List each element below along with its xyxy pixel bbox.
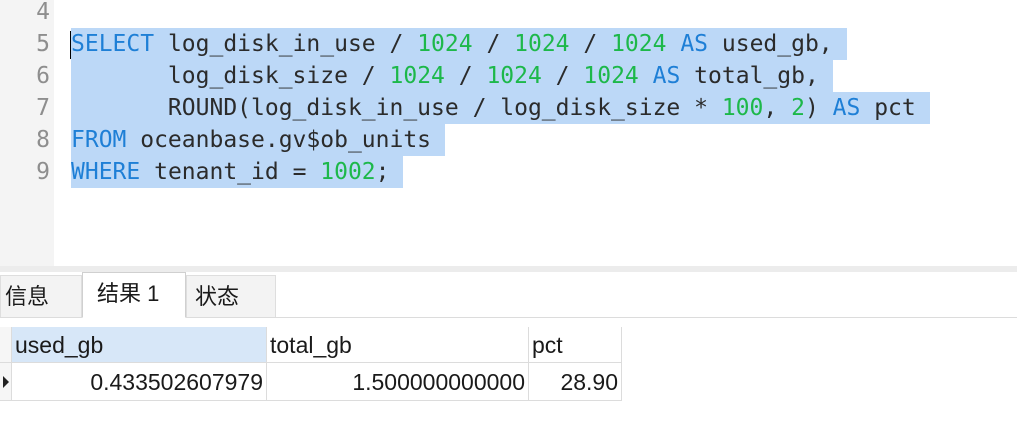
sql-number: 1024: [417, 31, 473, 57]
code-text: ROUND(log_disk_in_use / log_disk_size * …: [71, 92, 930, 124]
sql-text: /: [444, 63, 487, 89]
code-text: SELECT log_disk_in_use / 1024 / 1024 / 1…: [71, 28, 847, 60]
cell-used-gb[interactable]: 0.433502607979: [12, 363, 267, 401]
sql-number: 1024: [611, 31, 667, 57]
sql-text: used_gb,: [708, 31, 847, 57]
sql-text: log_disk_in_use /: [154, 31, 418, 57]
row-header[interactable]: [0, 363, 12, 401]
code-line[interactable]: 5 SELECT log_disk_in_use / 1024 / 1024 / …: [0, 28, 1017, 60]
code-line[interactable]: 8 FROM oceanbase.gv$ob_units: [0, 124, 1017, 156]
column-header-total-gb[interactable]: total_gb: [267, 327, 529, 363]
sql-keyword: AS: [832, 95, 861, 121]
sql-text: pct: [860, 95, 930, 121]
sql-number: 1024: [583, 63, 639, 89]
text-cursor: [70, 31, 71, 59]
cell-total-gb[interactable]: 1.500000000000: [267, 363, 529, 401]
sql-text: tenant_id =: [140, 159, 321, 185]
sql-text: log_disk_size /: [71, 63, 390, 89]
line-number: 6: [36, 63, 50, 89]
line-number: 4: [36, 0, 50, 25]
sql-number: 100: [721, 95, 764, 121]
sql-text: oceanbase.gv$ob_units: [126, 127, 445, 153]
sql-text: total_gb,: [680, 63, 833, 89]
sql-editor[interactable]: 4 5 SELECT log_disk_in_use / 1024 / 1024 /…: [0, 0, 1017, 266]
sql-text: ROUND(log_disk_in_use / log_disk_size *: [71, 95, 722, 121]
sql-number: 2: [791, 95, 805, 121]
sql-keyword: WHERE: [71, 159, 141, 185]
code-line[interactable]: 6 log_disk_size / 1024 / 1024 / 1024 AS …: [0, 60, 1017, 92]
line-number: 8: [36, 127, 50, 153]
code-line[interactable]: 9 WHERE tenant_id = 1002;: [0, 156, 1017, 188]
code-text: WHERE tenant_id = 1002;: [71, 156, 404, 188]
sql-text: /: [541, 63, 584, 89]
sql-keyword: AS: [652, 63, 681, 89]
sql-number: 1002: [320, 159, 376, 185]
cell-pct[interactable]: 28.90: [529, 363, 622, 401]
code-text: log_disk_size / 1024 / 1024 / 1024 AS to…: [71, 60, 833, 92]
sql-number: 1024: [514, 31, 570, 57]
line-number: 5: [36, 31, 50, 57]
sql-number: 1024: [486, 63, 542, 89]
tab-result-1[interactable]: 结果 1: [82, 272, 186, 318]
column-header-used-gb[interactable]: used_gb: [12, 327, 267, 363]
tab-status[interactable]: 状态: [186, 275, 276, 317]
tab-info[interactable]: 信息: [0, 275, 82, 317]
sql-text: ;: [375, 159, 404, 185]
sql-keyword: SELECT: [71, 31, 155, 57]
sql-text: /: [472, 31, 515, 57]
code-line[interactable]: 4: [0, 0, 1017, 28]
code-text: FROM oceanbase.gv$ob_units: [71, 124, 445, 156]
column-header-pct[interactable]: pct: [529, 327, 622, 363]
sql-text: /: [569, 31, 612, 57]
sql-number: 1024: [389, 63, 445, 89]
current-row-arrow-icon: [3, 376, 9, 388]
sql-keyword: AS: [680, 31, 709, 57]
line-number: 7: [36, 95, 50, 121]
sql-keyword: FROM: [71, 127, 127, 153]
grid-corner: [0, 327, 12, 363]
code-line[interactable]: 7 ROUND(log_disk_in_use / log_disk_size …: [0, 92, 1017, 124]
result-tab-bar: 信息 结果 1 状态: [0, 272, 1017, 318]
sql-text: ,: [763, 95, 792, 121]
sql-text: ): [804, 95, 833, 121]
line-number: 9: [36, 159, 50, 185]
